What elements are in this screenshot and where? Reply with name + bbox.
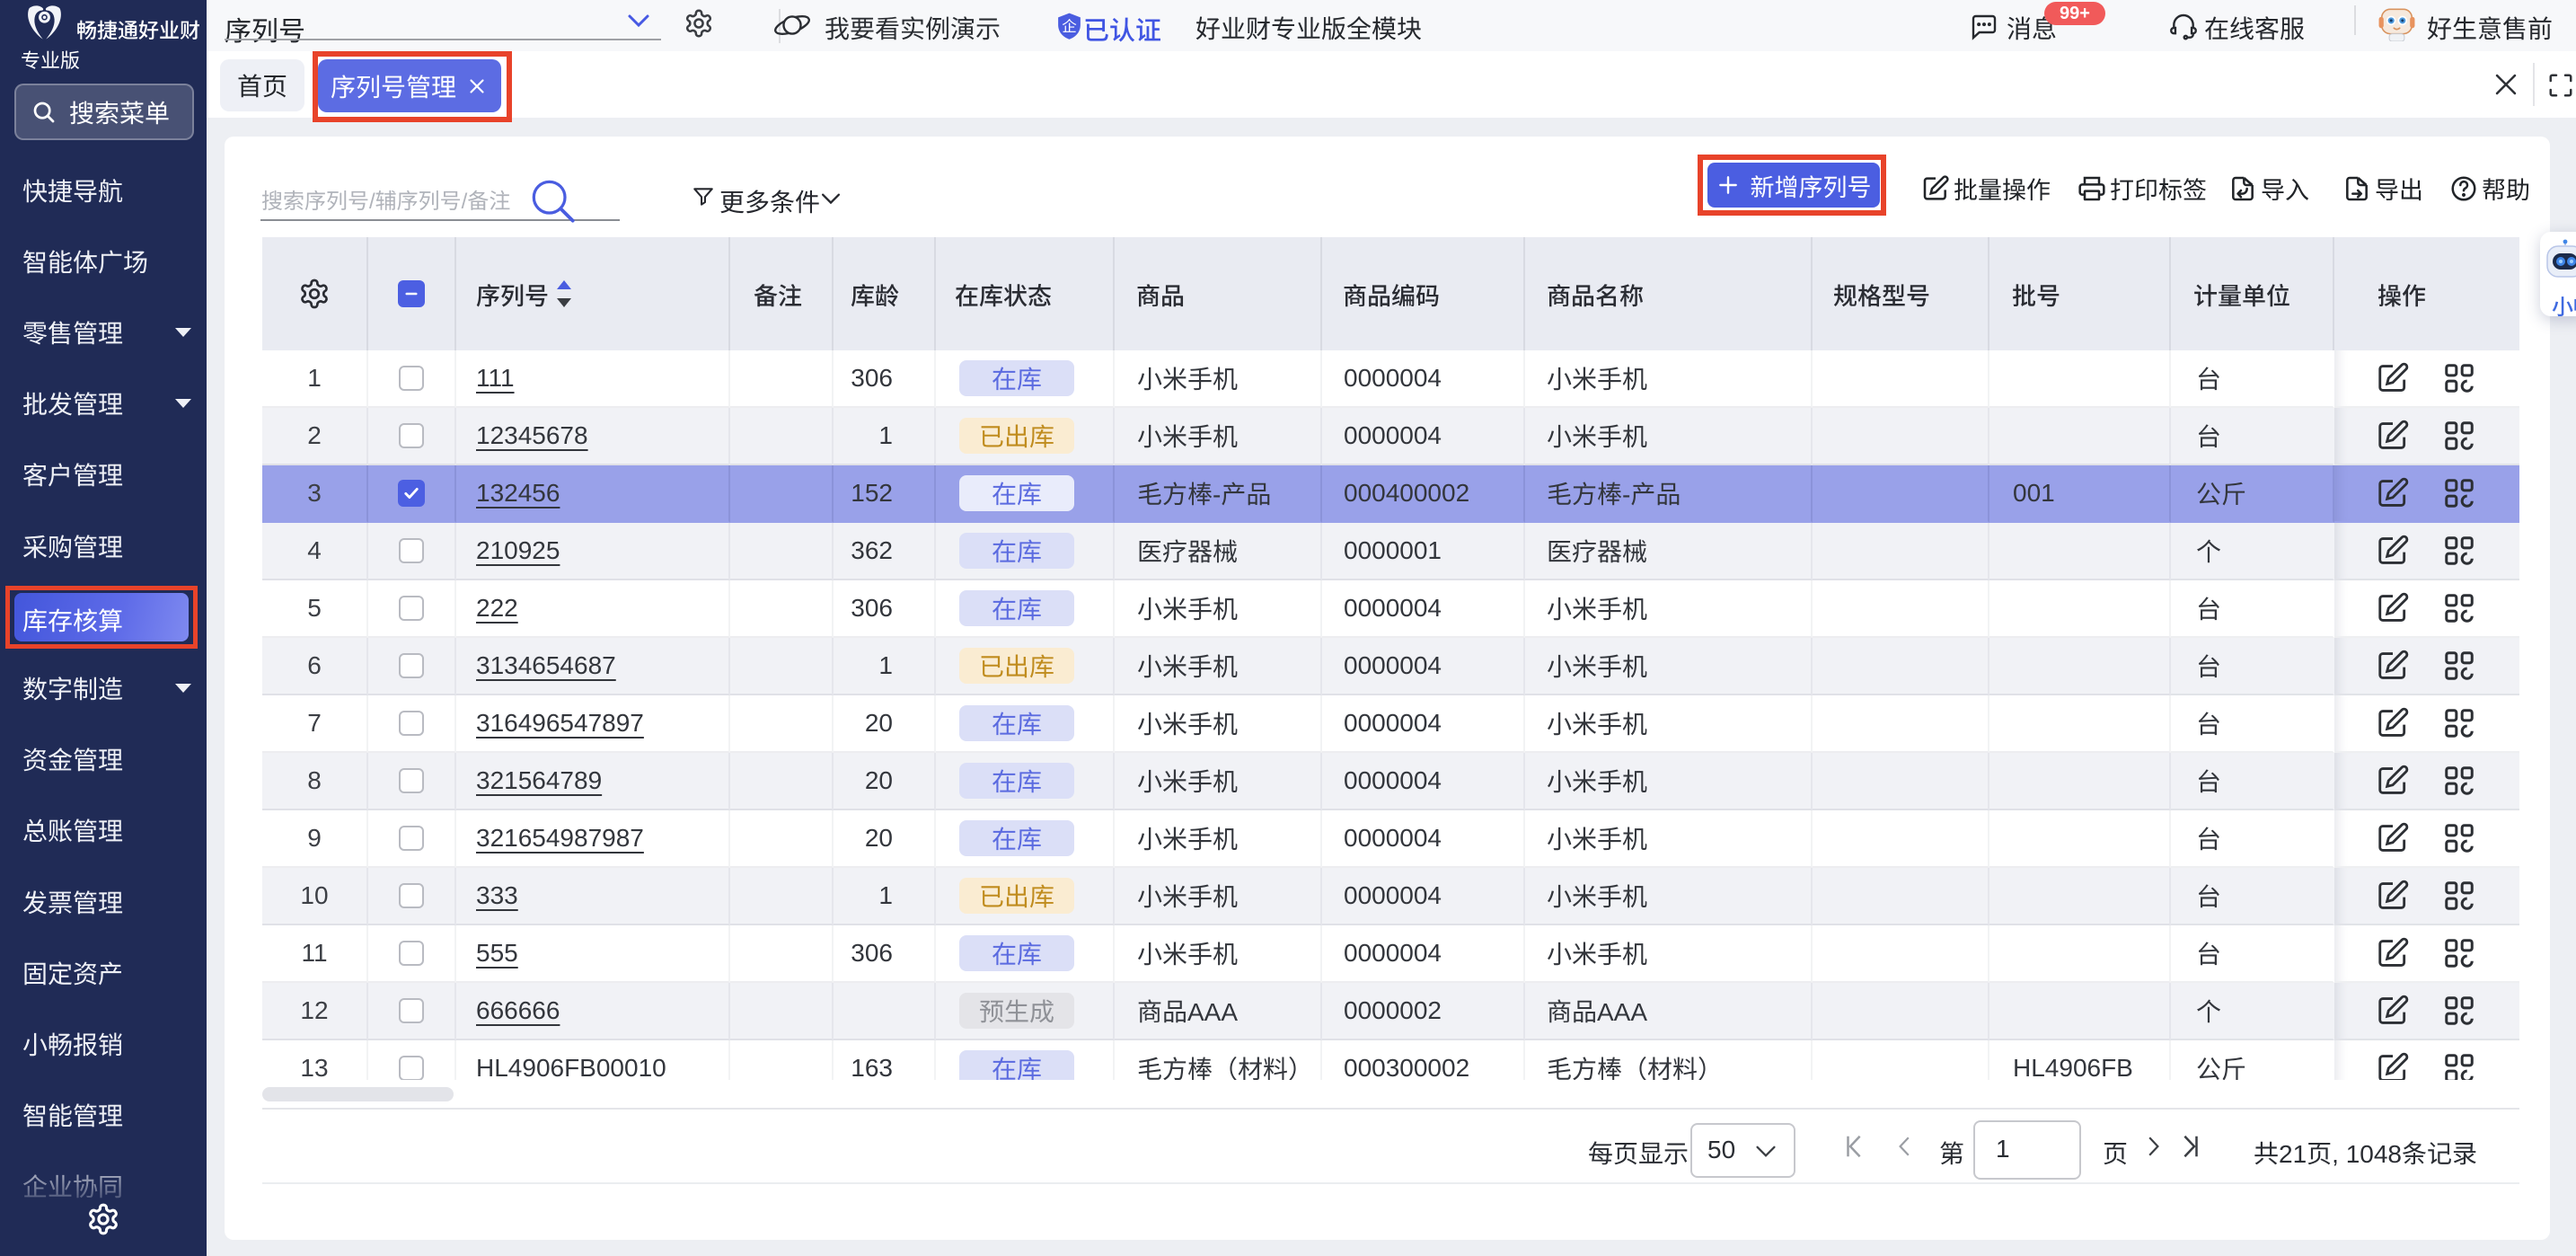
- svg-text:企: 企: [1062, 14, 1077, 36]
